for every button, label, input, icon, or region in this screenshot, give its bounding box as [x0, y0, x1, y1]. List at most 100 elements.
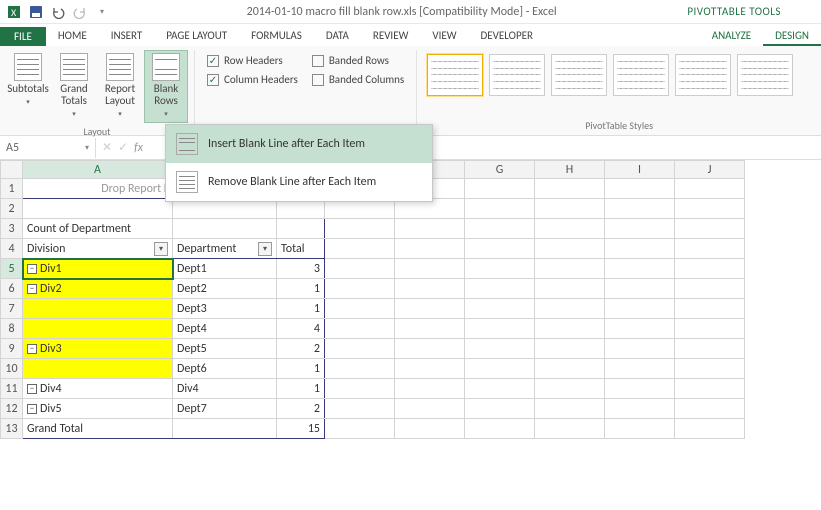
total-cell[interactable]: 4 [277, 319, 324, 338]
row-5[interactable]: 5 [1, 259, 23, 279]
department-cell[interactable]: Dept3 [173, 299, 276, 318]
department-cell[interactable]: Dept5 [173, 339, 276, 358]
division-filter-icon[interactable]: ▾ [154, 242, 168, 256]
save-icon[interactable] [26, 2, 46, 22]
row-12[interactable]: 12 [1, 399, 23, 419]
total-header[interactable]: Total [277, 239, 324, 258]
collapse-icon[interactable]: − [27, 384, 37, 394]
total-cell[interactable]: 1 [277, 299, 324, 318]
window-title: 2014-01-10 macro fill blank row.xls [Com… [116, 5, 687, 19]
total-cell[interactable]: 2 [277, 339, 324, 358]
row-headers-checkbox[interactable]: ✓Row Headers [207, 54, 283, 67]
remove-blank-line-icon [176, 171, 198, 193]
qat-dropdown-icon[interactable]: ▾ [92, 2, 112, 22]
column-headers-checkbox[interactable]: ✓Column Headers [207, 73, 298, 86]
tab-formulas[interactable]: FORMULAS [239, 26, 314, 46]
row-3[interactable]: 3 [1, 219, 23, 239]
titlebar: X ▾ 2014-01-10 macro fill blank row.xls … [0, 0, 821, 24]
group-label-styles: PivotTable Styles [423, 117, 815, 135]
division-cell[interactable]: −Div3 [23, 339, 172, 358]
grand-total-value[interactable]: 15 [277, 419, 324, 438]
row-6[interactable]: 6 [1, 279, 23, 299]
report-layout-button[interactable]: Report Layout▾ [98, 50, 142, 123]
banded-rows-checkbox[interactable]: Banded Rows [312, 54, 389, 67]
style-thumb-4[interactable] [613, 54, 669, 96]
style-thumb-3[interactable] [551, 54, 607, 96]
style-thumb-6[interactable] [737, 54, 793, 96]
subtotals-icon [14, 53, 42, 81]
name-box[interactable]: A5▾ [0, 138, 96, 158]
enter-icon: ✓ [118, 140, 128, 155]
tab-review[interactable]: REVIEW [361, 26, 421, 46]
tab-design[interactable]: DESIGN [763, 26, 821, 46]
undo-icon[interactable] [48, 2, 68, 22]
department-cell[interactable]: Dept2 [173, 279, 276, 298]
tab-home[interactable]: HOME [46, 26, 99, 46]
redo-icon[interactable] [70, 2, 90, 22]
col-I[interactable]: I [605, 161, 675, 179]
grand-total-label[interactable]: Grand Total [23, 419, 172, 438]
col-H[interactable]: H [535, 161, 605, 179]
row-9[interactable]: 9 [1, 339, 23, 359]
total-cell[interactable]: 1 [277, 279, 324, 298]
department-cell[interactable]: Dept7 [173, 399, 276, 418]
menu-remove-blank-line[interactable]: Remove Blank Line after Each Item [166, 163, 432, 201]
row-2[interactable]: 2 [1, 199, 23, 219]
tab-analyze[interactable]: ANALYZE [700, 26, 763, 46]
fx-icon[interactable]: fx [134, 141, 143, 155]
col-G[interactable]: G [465, 161, 535, 179]
tab-view[interactable]: VIEW [420, 26, 468, 46]
department-cell[interactable]: Dept1 [173, 259, 276, 278]
total-cell[interactable]: 2 [277, 399, 324, 418]
menu-insert-blank-line[interactable]: Insert Blank Line after Each Item [166, 125, 432, 163]
row-1[interactable]: 1 [1, 179, 23, 199]
ribbon-tabs: FILE HOME INSERT PAGE LAYOUT FORMULAS DA… [0, 24, 821, 46]
total-cell[interactable]: 3 [277, 259, 324, 278]
row-10[interactable]: 10 [1, 359, 23, 379]
division-cell[interactable]: −Div4 [23, 379, 172, 398]
division-cell[interactable] [23, 359, 172, 378]
style-thumb-1[interactable] [427, 54, 483, 96]
subtotals-button[interactable]: Subtotals▾ [6, 50, 50, 111]
blank-rows-button[interactable]: Blank Rows▾ [144, 50, 188, 123]
department-cell[interactable]: Div4 [173, 379, 276, 398]
tab-insert[interactable]: INSERT [99, 26, 155, 46]
collapse-icon[interactable]: − [27, 284, 37, 294]
col-J[interactable]: J [675, 161, 745, 179]
banded-columns-checkbox[interactable]: Banded Columns [312, 73, 404, 86]
contextual-tab-label: PIVOTTABLE TOOLS [687, 5, 821, 18]
department-cell[interactable]: Dept4 [173, 319, 276, 338]
division-cell[interactable]: −Div5 [23, 399, 172, 418]
row-4[interactable]: 4 [1, 239, 23, 259]
department-cell[interactable]: Dept6 [173, 359, 276, 378]
tab-developer[interactable]: DEVELOPER [469, 26, 545, 46]
tab-file[interactable]: FILE [0, 27, 46, 46]
row-13[interactable]: 13 [1, 419, 23, 439]
select-all[interactable] [1, 161, 23, 179]
division-header[interactable]: Division▾ [23, 239, 172, 258]
department-filter-icon[interactable]: ▾ [258, 242, 272, 256]
collapse-icon[interactable]: − [27, 264, 37, 274]
division-cell[interactable]: −Div2 [23, 279, 172, 298]
excel-icon[interactable]: X [4, 2, 24, 22]
collapse-icon[interactable]: − [27, 344, 37, 354]
grand-totals-button[interactable]: Grand Totals▾ [52, 50, 96, 123]
division-cell[interactable]: −Div1 [23, 259, 172, 278]
style-thumb-2[interactable] [489, 54, 545, 96]
group-style-options: ✓Row Headers ✓Column Headers Banded Rows… [195, 50, 417, 135]
row-8[interactable]: 8 [1, 319, 23, 339]
col-A[interactable]: A [23, 161, 173, 179]
total-cell[interactable]: 1 [277, 379, 324, 398]
tab-page-layout[interactable]: PAGE LAYOUT [154, 26, 239, 46]
style-thumb-5[interactable] [675, 54, 731, 96]
collapse-icon[interactable]: − [27, 404, 37, 414]
tab-data[interactable]: DATA [314, 26, 361, 46]
division-cell[interactable] [23, 319, 172, 338]
division-cell[interactable] [23, 299, 172, 318]
total-cell[interactable]: 1 [277, 359, 324, 378]
row-11[interactable]: 11 [1, 379, 23, 399]
department-header[interactable]: Department▾ [173, 239, 276, 258]
formula-bar[interactable]: ✕ ✓ fx [96, 140, 149, 155]
row-7[interactable]: 7 [1, 299, 23, 319]
count-label[interactable]: Count of Department [23, 219, 172, 238]
